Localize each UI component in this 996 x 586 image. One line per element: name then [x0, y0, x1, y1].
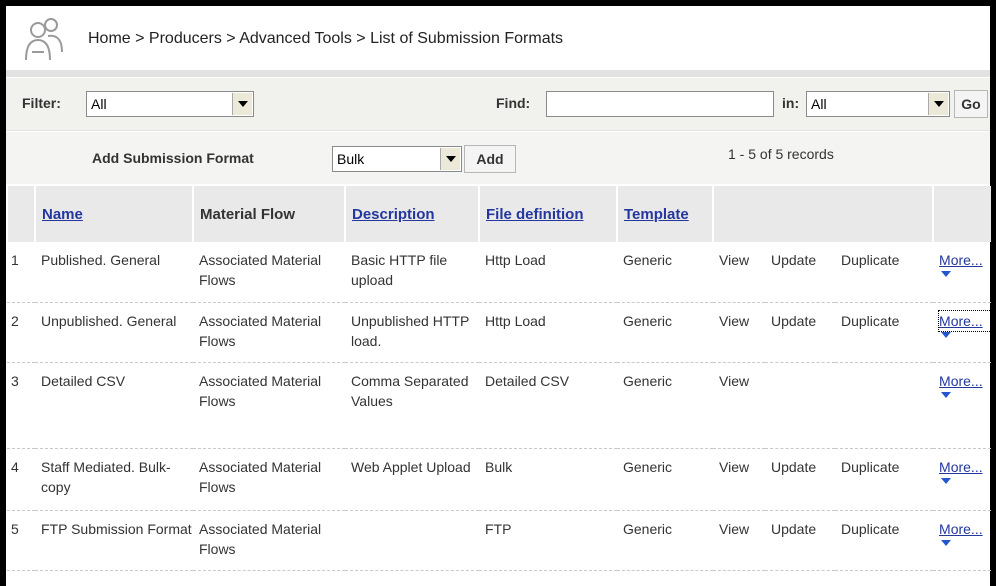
format-description: Unpublished HTTP load.: [345, 302, 479, 363]
more-menu[interactable]: More...: [933, 302, 993, 363]
update-link[interactable]: Update: [765, 510, 835, 571]
template: Generic: [617, 242, 713, 303]
template: Generic: [617, 510, 713, 571]
name-column-header[interactable]: Name: [34, 186, 193, 242]
row-number-header: [6, 186, 35, 242]
file-definition-column-header[interactable]: File definition: [478, 186, 617, 242]
template-column-header[interactable]: Template: [616, 186, 713, 242]
more-link[interactable]: More...: [939, 519, 991, 539]
duplicate-link[interactable]: Duplicate: [835, 302, 934, 363]
table-row: 2 Unpublished. General Associated Materi…: [7, 302, 993, 363]
format-description: [345, 510, 479, 571]
update-link[interactable]: Update: [765, 242, 835, 303]
description-column-header[interactable]: Description: [344, 186, 479, 242]
chevron-down-icon[interactable]: [941, 539, 952, 546]
filter-label: Filter:: [22, 95, 61, 111]
view-link[interactable]: View: [713, 362, 765, 449]
app-window: Home > Producers > Advanced Tools > List…: [0, 0, 996, 586]
file-definition: FTP: [479, 510, 617, 571]
more-menu[interactable]: More...: [933, 242, 992, 303]
add-format-bar: Add Submission Format Bulk Add 1 - 5 of …: [6, 132, 990, 184]
update-link[interactable]: Update: [765, 448, 835, 511]
filter-select[interactable]: All: [86, 91, 254, 117]
template: Generic: [617, 302, 713, 363]
more-menu[interactable]: More...: [933, 448, 992, 511]
more-menu[interactable]: More...: [933, 510, 992, 571]
more-column-header: [932, 186, 992, 242]
view-link[interactable]: View: [713, 448, 765, 511]
associated-material-flows-link[interactable]: Associated Material Flows: [193, 362, 345, 449]
associated-material-flows-link[interactable]: Associated Material Flows: [193, 302, 345, 363]
duplicate-link[interactable]: Duplicate: [835, 242, 934, 303]
file-definition: Http Load: [479, 242, 617, 303]
format-name: Published. General: [35, 242, 193, 303]
duplicate-link[interactable]: Duplicate: [835, 448, 934, 511]
table-row: 4 Staff Mediated. Bulk-copy Associated M…: [7, 448, 992, 511]
add-format-select[interactable]: Bulk: [332, 146, 462, 172]
more-link[interactable]: More...: [939, 371, 991, 391]
format-description: Basic HTTP file upload: [345, 242, 479, 303]
breadcrumb: Home > Producers > Advanced Tools > List…: [88, 30, 564, 47]
chevron-down-icon[interactable]: [440, 148, 460, 170]
update-link[interactable]: Update: [765, 302, 835, 363]
row-number: 3: [7, 362, 35, 449]
file-definition: Http Load: [479, 302, 617, 363]
row-number: 5: [7, 510, 35, 571]
row-number: 4: [7, 448, 35, 511]
more-menu[interactable]: More...: [933, 362, 992, 449]
find-input[interactable]: [546, 91, 774, 117]
in-label: in:: [782, 95, 800, 111]
row-number: 1: [7, 242, 35, 303]
file-definition: Bulk: [479, 448, 617, 511]
table-row: 3 Detailed CSV Associated Material Flows…: [7, 362, 992, 449]
page-header: Home > Producers > Advanced Tools > List…: [6, 6, 990, 77]
chevron-down-icon[interactable]: [941, 391, 952, 398]
go-button[interactable]: Go: [954, 90, 988, 118]
in-select[interactable]: All: [806, 91, 950, 117]
format-name: Unpublished. General: [35, 302, 193, 363]
chevron-down-icon[interactable]: [941, 271, 952, 277]
format-name: FTP Submission Format: [35, 510, 193, 571]
actions-column-header: [711, 186, 934, 242]
associated-material-flows-link[interactable]: Associated Material Flows: [193, 510, 345, 571]
add-format-label: Add Submission Format: [92, 150, 254, 166]
view-link[interactable]: View: [713, 510, 765, 571]
associated-material-flows-link[interactable]: Associated Material Flows: [193, 242, 345, 303]
view-link[interactable]: View: [713, 242, 765, 303]
table-header: Name Material Flow Description File defi…: [6, 186, 992, 242]
record-count: 1 - 5 of 5 records: [728, 146, 834, 162]
more-link[interactable]: More...: [939, 250, 991, 270]
more-link[interactable]: More...: [939, 457, 991, 477]
chevron-down-icon[interactable]: [928, 93, 948, 115]
find-label: Find:: [496, 95, 531, 111]
add-button[interactable]: Add: [464, 145, 516, 173]
format-description: Comma Separated Values: [345, 362, 479, 449]
view-link[interactable]: View: [713, 302, 765, 363]
more-link[interactable]: More...: [938, 309, 993, 332]
format-description: Web Applet Upload: [345, 448, 479, 511]
associated-material-flows-link[interactable]: Associated Material Flows: [193, 448, 345, 511]
format-name: Detailed CSV: [35, 362, 193, 449]
table-row: 1 Published. General Associated Material…: [7, 242, 992, 303]
filter-bar: Filter: All Find: in: All Go: [6, 78, 990, 131]
table-row: 5 FTP Submission Format Associated Mater…: [7, 510, 992, 571]
chevron-down-icon[interactable]: [941, 477, 952, 484]
chevron-down-icon[interactable]: [941, 331, 952, 338]
update-cell: [765, 362, 835, 449]
submission-formats-table: Name Material Flow Description File defi…: [6, 186, 993, 571]
material-flow-column-header: Material Flow: [192, 186, 345, 242]
template: Generic: [617, 362, 713, 449]
chevron-down-icon[interactable]: [232, 93, 252, 115]
template: Generic: [617, 448, 713, 511]
users-icon: [25, 18, 63, 61]
row-number: 2: [7, 302, 35, 363]
format-name: Staff Mediated. Bulk-copy: [35, 448, 193, 511]
duplicate-link[interactable]: Duplicate: [835, 510, 934, 571]
duplicate-cell: [835, 362, 934, 449]
file-definition: Detailed CSV: [479, 362, 617, 449]
